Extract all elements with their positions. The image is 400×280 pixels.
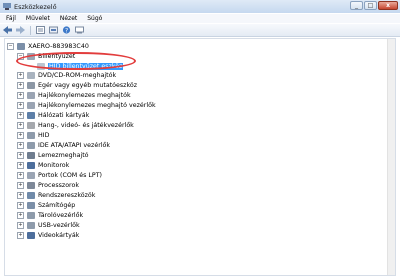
- show-hidden-button[interactable]: [48, 26, 59, 35]
- expand-toggle[interactable]: +: [17, 191, 24, 199]
- annotation-circle: [16, 52, 136, 70]
- expand-toggle[interactable]: +: [17, 141, 24, 149]
- mouse-icon: [27, 81, 35, 89]
- tree-item-sound-video-game[interactable]: + Hang-, videó- és játékvezérlők: [17, 120, 134, 130]
- expand-toggle[interactable]: +: [17, 161, 24, 169]
- computer-icon: [17, 42, 25, 50]
- window-controls: _ □ x: [350, 1, 398, 10]
- device-tree: − XAERO-883983C40 − Billentyűzet HID bil…: [4, 38, 396, 276]
- tree-item-system-devices[interactable]: + Rendszereszközök: [17, 190, 95, 200]
- tree-item-hid[interactable]: + HID: [17, 130, 49, 140]
- back-icon: [3, 26, 12, 34]
- back-button[interactable]: [2, 26, 13, 35]
- floppy-drive-icon: [27, 91, 35, 99]
- expand-toggle[interactable]: +: [17, 81, 24, 89]
- tree-item-ide-ata[interactable]: + IDE ATA/ATAPI vezérlők: [17, 140, 110, 150]
- device-manager-icon: [3, 3, 11, 10]
- tree-item-network-adapters[interactable]: + Hálózati kártyák: [17, 110, 89, 120]
- show-hidden-icon: [49, 26, 58, 34]
- menu-view[interactable]: Nézet: [60, 15, 77, 22]
- tree-item-display-adapters[interactable]: + Videokártyák: [17, 230, 79, 240]
- close-button[interactable]: x: [378, 1, 398, 10]
- window-title: Eszközkezelő: [14, 2, 57, 11]
- monitor-icon: [27, 161, 35, 169]
- system-device-icon: [27, 191, 35, 199]
- menu-file[interactable]: Fájl: [6, 15, 16, 22]
- tree-item-floppy-drives[interactable]: + Hajlékonylemezes meghajtók: [17, 90, 131, 100]
- menu-action[interactable]: Művelet: [26, 15, 50, 22]
- vertical-scrollbar[interactable]: [387, 39, 395, 275]
- maximize-button[interactable]: □: [364, 1, 377, 10]
- device-manager-window: Eszközkezelő _ □ x Fájl Művelet Nézet Sú…: [0, 0, 400, 280]
- tree-item-storage-controllers[interactable]: + Tárolóvezérlők: [17, 210, 83, 220]
- disk-drive-icon: [27, 151, 35, 159]
- tree-item-usb-controllers[interactable]: + USB-vezérlők: [17, 220, 80, 230]
- svg-text:?: ?: [65, 27, 68, 34]
- toolbar-separator: [30, 25, 31, 35]
- tree-root[interactable]: − XAERO-883983C40: [7, 41, 89, 51]
- hid-icon: [27, 131, 35, 139]
- properties-button[interactable]: [35, 26, 46, 35]
- port-icon: [27, 171, 35, 179]
- speaker-icon: [27, 121, 35, 129]
- tree-root-label: XAERO-883983C40: [28, 42, 89, 50]
- menu-bar: Fájl Művelet Nézet Súgó: [0, 14, 400, 23]
- tree-item-monitors[interactable]: + Monitorok: [17, 160, 69, 170]
- title-bar: Eszközkezelő _ □ x: [0, 0, 400, 13]
- scan-hardware-icon: [75, 26, 84, 34]
- expand-toggle[interactable]: +: [17, 181, 24, 189]
- forward-button[interactable]: [15, 26, 26, 35]
- help-icon: ?: [62, 26, 71, 34]
- floppy-controller-icon: [27, 101, 35, 109]
- expand-toggle[interactable]: +: [17, 231, 24, 239]
- tree-item-floppy-controllers[interactable]: + Hajlékonylemezes meghajtó vezérlők: [17, 100, 156, 110]
- collapse-toggle[interactable]: −: [7, 42, 14, 50]
- expand-toggle[interactable]: +: [17, 71, 24, 79]
- expand-toggle[interactable]: +: [17, 171, 24, 179]
- disc-drive-icon: [27, 71, 35, 79]
- scan-hardware-button[interactable]: [74, 26, 85, 35]
- expand-toggle[interactable]: +: [17, 131, 24, 139]
- menu-help[interactable]: Súgó: [87, 15, 102, 22]
- forward-icon: [16, 26, 25, 34]
- expand-toggle[interactable]: +: [17, 101, 24, 109]
- tree-item-disk-drives[interactable]: + Lemezmeghajtó: [17, 150, 89, 160]
- toolbar: ?: [0, 24, 400, 37]
- display-adapter-icon: [27, 231, 35, 239]
- expand-toggle[interactable]: +: [17, 201, 24, 209]
- tree-item-processors[interactable]: + Processzorok: [17, 180, 79, 190]
- tree-item-ports[interactable]: + Portok (COM és LPT): [17, 170, 102, 180]
- properties-icon: [36, 26, 45, 34]
- storage-controller-icon: [27, 211, 35, 219]
- network-adapter-icon: [27, 111, 35, 119]
- expand-toggle[interactable]: +: [17, 151, 24, 159]
- minimize-button[interactable]: _: [350, 1, 363, 10]
- expand-toggle[interactable]: +: [17, 221, 24, 229]
- tree-item-mice[interactable]: + Egér vagy egyéb mutatóeszköz: [17, 80, 137, 90]
- expand-toggle[interactable]: +: [17, 211, 24, 219]
- expand-toggle[interactable]: +: [17, 121, 24, 129]
- expand-toggle[interactable]: +: [17, 111, 24, 119]
- usb-icon: [27, 221, 35, 229]
- expand-toggle[interactable]: +: [17, 91, 24, 99]
- help-button[interactable]: ?: [61, 26, 72, 35]
- computer-icon: [27, 201, 35, 209]
- tree-item-computer[interactable]: + Számítógép: [17, 200, 75, 210]
- ide-controller-icon: [27, 141, 35, 149]
- processor-icon: [27, 181, 35, 189]
- tree-item-dvd-cdrom[interactable]: + DVD/CD-ROM-meghajtók: [17, 70, 116, 80]
